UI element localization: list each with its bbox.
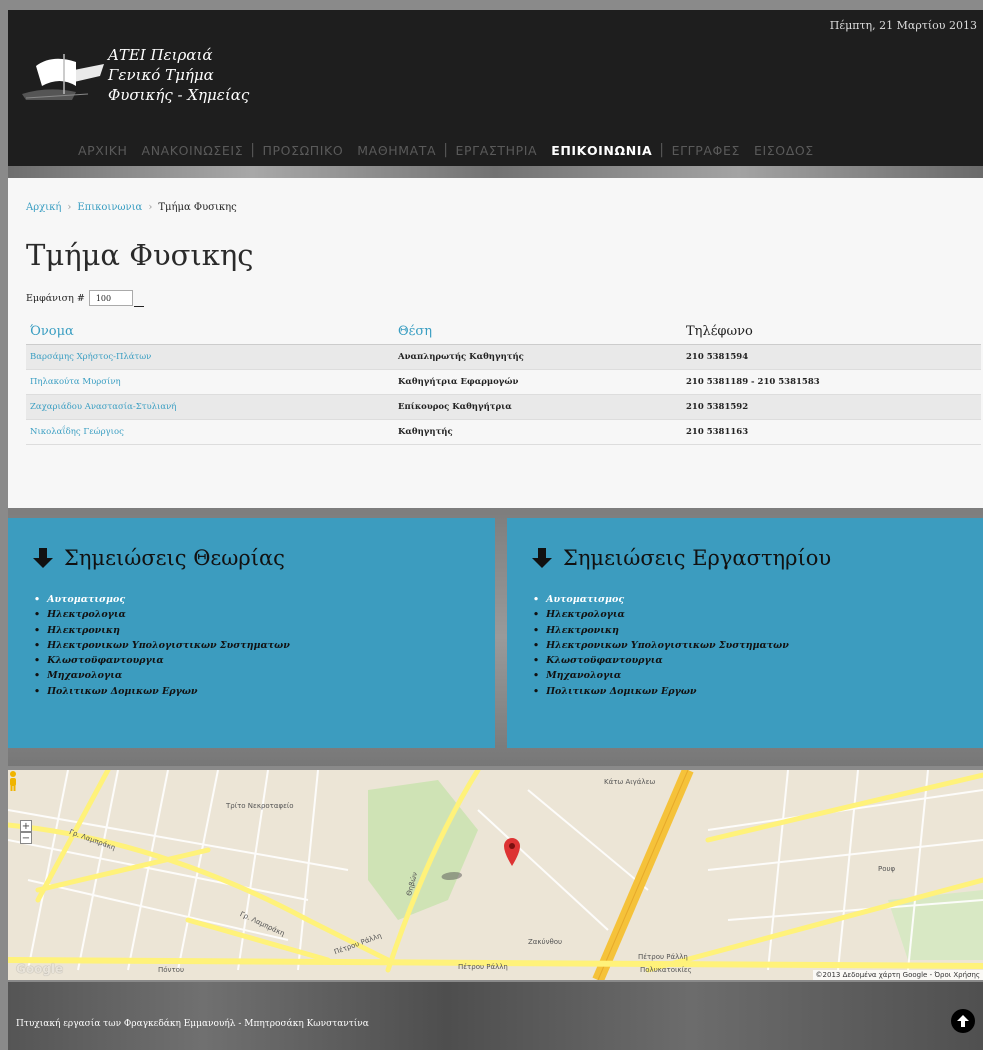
arrow-down-icon — [532, 548, 552, 568]
main-content: Αρχική › Επικοινωνια › Τμήμα Φυσικης Τμήμα Φ… — [8, 178, 983, 508]
logo-line-1: ΑΤΕΙ Πειραιά — [108, 46, 213, 64]
notes-link-computer-systems[interactable]: Ηλεκτρονικων Υπολογιστικων Συστηματων — [34, 638, 290, 653]
table-row: Ζαχαριάδου Αναστασία-Στυλιανή Επίκουρος … — [26, 394, 981, 420]
notes-link-computer-systems[interactable]: Ηλεκτρονικων Υπολογιστικων Συστηματων — [533, 638, 789, 653]
staff-position: Επίκουρος Καθηγήτρια — [394, 394, 682, 420]
breadcrumb-separator: › — [67, 202, 72, 213]
lab-notes-title: Σημειώσεις Εργαστηρίου — [531, 546, 831, 570]
lab-notes-title-text: Σημειώσεις Εργαστηρίου — [563, 546, 832, 570]
nav-item-staff[interactable]: ΠΡΟΣΩΠΙΚΟ — [256, 143, 351, 158]
table-row: Πηλακούτα Μυρσίνη Καθηγήτρια Εφαρμογών 2… — [26, 369, 981, 395]
nav-item-announcements[interactable]: ΑΝΑΚΟΙΝΩΣΕΙΣ — [135, 143, 251, 158]
staff-phone: 210 5381592 — [682, 394, 981, 420]
breadcrumb-home-link[interactable]: Αρχική — [26, 202, 61, 213]
site-header: ΑΤΕΙ Πειραιά Γενικό Τμήμα Φυσικής - Χημε… — [8, 10, 983, 170]
theory-notes-list: Αυτοματισμος Ηλεκτρολογια Ηλεκτρονικη Ηλ… — [34, 592, 290, 699]
site-footer: Πτυχιακή εργασία των Φραγκεδάκη Εμμανουή… — [8, 982, 983, 1050]
map-label-petrou-ralli: Πέτρου Ράλλη — [458, 963, 508, 971]
lab-notes-panel: Σημειώσεις Εργαστηρίου Αυτοματισμος Ηλεκ… — [507, 518, 983, 748]
logo-line-3: Φυσικής - Χημείας — [108, 86, 250, 104]
staff-position: Καθηγήτρια Εφαρμογών — [394, 369, 682, 395]
column-header-name[interactable]: Όνομα — [26, 318, 394, 345]
street-view-pegman-icon[interactable] — [8, 770, 18, 792]
notes-link-civil[interactable]: Πολιτικων Δομικων Εργων — [34, 684, 290, 699]
page-title: Τμήμα Φυσικης — [26, 238, 254, 272]
staff-position: Καθηγητής — [394, 419, 682, 445]
notes-link-electronics[interactable]: Ηλεκτρονικη — [533, 623, 789, 638]
theory-notes-panel: Σημειώσεις Θεωρίας Αυτοματισμος Ηλεκτρολ… — [8, 518, 495, 748]
column-header-phone[interactable]: Τηλέφωνο — [682, 318, 981, 345]
staff-name-link[interactable]: Ζαχαριάδου Αναστασία-Στυλιανή — [26, 394, 394, 420]
staff-name-link[interactable]: Βαρσάμης Χρήστος-Πλάτων — [26, 344, 394, 370]
theory-notes-title: Σημειώσεις Θεωρίας — [32, 546, 285, 570]
google-logo: Google — [16, 962, 64, 976]
breadcrumb-contact-link[interactable]: Επικοινωνια — [77, 202, 142, 213]
theory-notes-title-text: Σημειώσεις Θεωρίας — [64, 546, 285, 570]
column-header-position[interactable]: Θέση — [394, 318, 682, 345]
arrow-up-icon — [957, 1015, 969, 1027]
map-label-petrou-ralli: Πέτρου Ράλλη — [638, 953, 688, 961]
staff-table: Όνομα Θέση Τηλέφωνο Βαρσάμης Χρήστος-Πλά… — [26, 318, 981, 445]
nav-item-labs[interactable]: ΕΡΓΑΣΤΗΡΙΑ — [449, 143, 545, 158]
back-to-top-button[interactable] — [951, 1009, 975, 1033]
nav-item-contact[interactable]: ΕΠΙΚΟΙΝΩΝΙΑ — [544, 143, 659, 158]
staff-name-link[interactable]: Πηλακούτα Μυρσίνη — [26, 369, 394, 395]
main-nav: ΑΡΧΙΚΗ ΑΝΑΚΟΙΝΩΣΕΙΣ | ΠΡΟΣΩΠΙΚΟ ΜΑΘΗΜΑΤΑ… — [8, 136, 983, 164]
zoom-in-button[interactable]: + — [20, 820, 32, 832]
logo-text: ΑΤΕΙ Πειραιά Γενικό Τμήμα Φυσικής - Χημε… — [108, 45, 249, 105]
table-header-row: Όνομα Θέση Τηλέφωνο — [26, 318, 981, 345]
map-zoom-control: + − — [20, 820, 32, 844]
staff-phone: 210 5381189 - 210 5381583 — [682, 369, 981, 395]
notes-link-electronics[interactable]: Ηλεκτρονικη — [34, 623, 290, 638]
map-label-polykatoikies: Πολυκατοικίες — [640, 966, 692, 974]
nav-item-courses[interactable]: ΜΑΘΗΜΑΤΑ — [350, 143, 443, 158]
map-copyright[interactable]: ©2013 Δεδομένα χάρτη Google - Όροι Χρήση… — [812, 970, 983, 980]
arrow-down-icon — [33, 548, 53, 568]
staff-name-link[interactable]: Νικολαΐδης Γεώργιος — [26, 419, 394, 445]
notes-link-electrical[interactable]: Ηλεκτρολογια — [34, 607, 290, 622]
map-label-cemetery: Τρίτο Νεκροταφείο — [226, 802, 294, 810]
nav-item-registrations[interactable]: ΕΓΓΡΑΦΕΣ — [665, 143, 747, 158]
map-label-pontou: Πόντου — [158, 966, 185, 974]
notes-link-mechanical[interactable]: Μηχανολογια — [34, 668, 290, 683]
notes-link-civil[interactable]: Πολιτικων Δομικων Εργων — [533, 684, 789, 699]
entries-select-value: 100 — [95, 293, 112, 303]
footer-credits: Πτυχιακή εργασία των Φραγκεδάκη Εμμανουή… — [16, 1019, 369, 1029]
breadcrumb-current: Τμήμα Φυσικης — [158, 202, 237, 213]
table-row: Νικολαΐδης Γεώργιος Καθηγητής 210 538116… — [26, 419, 981, 445]
logo-line-2: Γενικό Τμήμα — [108, 66, 214, 84]
entries-control: Εμφάνιση # 100 — [26, 290, 144, 307]
nav-item-login[interactable]: ΕΙΣΟΔΟΣ — [747, 143, 821, 158]
map-label-kato-agaleo: Κάτω Αιγάλεω — [604, 778, 656, 786]
table-row: Βαρσάμης Χρήστος-Πλάτων Αναπληρωτής Καθη… — [26, 344, 981, 370]
map-label-zakinthou: Ζακύνθου — [528, 938, 563, 946]
lab-notes-list: Αυτοματισμος Ηλεκτρολογια Ηλεκτρονικη Ηλ… — [533, 592, 789, 699]
entries-label: Εμφάνιση # — [26, 292, 85, 304]
notes-link-automation[interactable]: Αυτοματισμος — [34, 592, 290, 607]
entries-select[interactable]: 100 — [88, 290, 144, 307]
staff-position: Αναπληρωτής Καθηγητής — [394, 344, 682, 370]
notes-link-mechanical[interactable]: Μηχανολογια — [533, 668, 789, 683]
ship-logo-icon — [22, 54, 104, 100]
location-map[interactable]: + − Τρίτο Νεκροταφείο Κάτω Αιγάλεω Πέτρο… — [8, 770, 983, 980]
breadcrumb: Αρχική › Επικοινωνια › Τμήμα Φυσικης — [26, 202, 237, 213]
current-date: Πέμπτη, 21 Μαρτίου 2013 — [829, 19, 977, 32]
map-label-rouf: Ρουφ — [878, 865, 896, 873]
notes-link-electrical[interactable]: Ηλεκτρολογια — [533, 607, 789, 622]
staff-phone: 210 5381163 — [682, 419, 981, 445]
notes-link-textiles[interactable]: Κλωστοϋφαντουργια — [34, 653, 290, 668]
notes-link-automation[interactable]: Αυτοματισμος — [533, 592, 789, 607]
notes-link-textiles[interactable]: Κλωστοϋφαντουργια — [533, 653, 789, 668]
staff-phone: 210 5381594 — [682, 344, 981, 370]
breadcrumb-separator: › — [148, 202, 153, 213]
zoom-out-button[interactable]: − — [20, 832, 32, 844]
nav-item-home[interactable]: ΑΡΧΙΚΗ — [8, 143, 135, 158]
header-texture-strip — [8, 166, 983, 178]
map-canvas[interactable] — [8, 770, 983, 980]
